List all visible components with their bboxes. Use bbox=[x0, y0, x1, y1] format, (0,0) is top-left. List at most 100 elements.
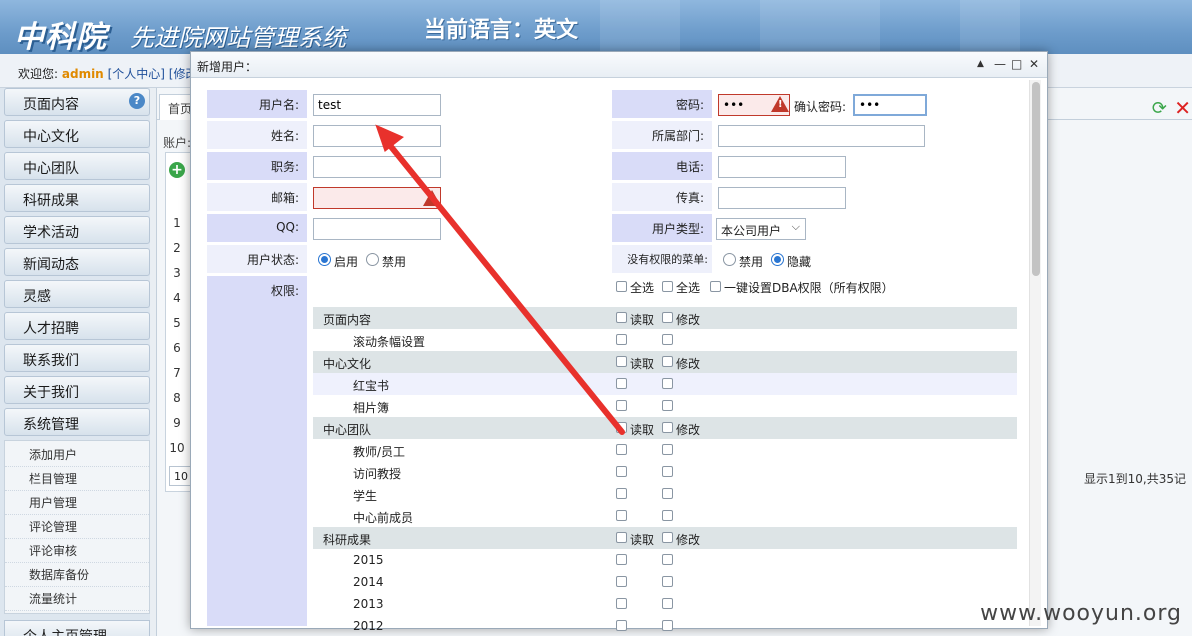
modify-checkbox[interactable] bbox=[662, 554, 673, 565]
sidebar-item-label: 学术活动 bbox=[23, 225, 79, 241]
submenu-add-user[interactable]: 添加用户 bbox=[5, 443, 149, 467]
read-checkbox[interactable] bbox=[616, 620, 627, 631]
name-label: 姓名: bbox=[207, 121, 307, 149]
read-checkbox[interactable] bbox=[616, 510, 627, 521]
email-label: 邮箱: bbox=[207, 183, 307, 211]
permission-name: 访问教授 bbox=[353, 467, 402, 481]
modify-checkbox[interactable] bbox=[662, 510, 673, 521]
sidebar-item-label: 新闻动态 bbox=[23, 257, 79, 273]
qq-input[interactable] bbox=[313, 218, 441, 240]
read-label: 读取 bbox=[630, 313, 655, 327]
email-input[interactable] bbox=[313, 187, 441, 209]
submenu-column-manage[interactable]: 栏目管理 bbox=[5, 467, 149, 491]
menu-hide-radio[interactable] bbox=[771, 253, 784, 266]
modify-checkbox[interactable] bbox=[662, 400, 673, 411]
delete-icon[interactable]: ✕ bbox=[1174, 96, 1191, 120]
sidebar-item-news[interactable]: 新闻动态 bbox=[4, 248, 150, 276]
modify-checkbox[interactable] bbox=[662, 598, 673, 609]
sidebar-item-academic[interactable]: 学术活动 bbox=[4, 216, 150, 244]
read-checkbox[interactable] bbox=[616, 554, 627, 565]
permission-name: 滚动条幅设置 bbox=[353, 335, 426, 349]
modify-checkbox[interactable] bbox=[662, 620, 673, 631]
read-checkbox[interactable] bbox=[616, 312, 627, 323]
menu-label: 没有权限的菜单: bbox=[612, 245, 712, 273]
modify-checkbox[interactable] bbox=[662, 312, 673, 323]
submenu-comment-manage[interactable]: 评论管理 bbox=[5, 515, 149, 539]
modify-checkbox[interactable] bbox=[662, 356, 673, 367]
row-number: 3 bbox=[173, 266, 181, 280]
status-enable-radio[interactable] bbox=[318, 253, 331, 266]
maximize-icon[interactable]: □ bbox=[1011, 57, 1022, 71]
status-disable-radio[interactable] bbox=[366, 253, 379, 266]
read-checkbox[interactable] bbox=[616, 488, 627, 499]
phone-input[interactable] bbox=[718, 156, 846, 178]
dept-input[interactable] bbox=[718, 125, 925, 147]
submenu-user-manage[interactable]: 用户管理 bbox=[5, 491, 149, 515]
select-all-checkbox[interactable] bbox=[662, 281, 673, 292]
read-checkbox[interactable] bbox=[616, 422, 627, 433]
read-checkbox[interactable] bbox=[616, 576, 627, 587]
personal-center-link[interactable]: [个人中心] bbox=[108, 67, 165, 81]
sidebar-item-homepage-manage[interactable]: 个人主页管理 bbox=[4, 620, 150, 636]
permission-name: 2015 bbox=[353, 553, 384, 567]
sidebar-item-page-content[interactable]: 页面内容 ? bbox=[4, 88, 150, 116]
read-checkbox[interactable] bbox=[616, 400, 627, 411]
minimize-icon[interactable]: — bbox=[994, 57, 1006, 71]
help-icon[interactable]: ? bbox=[129, 93, 145, 109]
add-icon[interactable]: + bbox=[169, 162, 185, 178]
confirm-password-input[interactable] bbox=[853, 94, 927, 116]
refresh-icon[interactable]: ⟳ bbox=[1152, 98, 1167, 119]
modify-checkbox[interactable] bbox=[662, 422, 673, 433]
sidebar-item-contact[interactable]: 联系我们 bbox=[4, 344, 150, 372]
permission-row: 中心前成员 bbox=[313, 505, 1017, 527]
sidebar-item-culture[interactable]: 中心文化 bbox=[4, 120, 150, 148]
logo: 中科院 bbox=[14, 20, 107, 54]
header-decoration bbox=[760, 0, 880, 54]
modify-checkbox[interactable] bbox=[662, 466, 673, 477]
sidebar-item-inspiration[interactable]: 灵感 bbox=[4, 280, 150, 308]
sidebar-item-about[interactable]: 关于我们 bbox=[4, 376, 150, 404]
submenu-db-backup[interactable]: 数据库备份 bbox=[5, 563, 149, 587]
current-language: 当前语言：英文 bbox=[424, 18, 579, 43]
permission-row: 红宝书 bbox=[313, 373, 1017, 395]
modify-checkbox[interactable] bbox=[662, 444, 673, 455]
position-input[interactable] bbox=[313, 156, 441, 178]
read-checkbox[interactable] bbox=[616, 532, 627, 543]
username-link[interactable]: admin bbox=[62, 67, 104, 81]
dba-checkbox[interactable] bbox=[710, 281, 721, 292]
scroll-thumb[interactable] bbox=[1032, 82, 1040, 276]
sidebar-item-system[interactable]: 系统管理 bbox=[4, 408, 150, 436]
modify-checkbox[interactable] bbox=[662, 334, 673, 345]
sidebar-item-label: 人才招聘 bbox=[23, 321, 79, 337]
header-decoration bbox=[600, 0, 680, 54]
read-checkbox[interactable] bbox=[616, 466, 627, 477]
sidebar-item-label: 联系我们 bbox=[23, 353, 79, 369]
read-checkbox[interactable] bbox=[616, 598, 627, 609]
status-label: 用户状态: bbox=[207, 245, 307, 273]
sidebar-item-team[interactable]: 中心团队 bbox=[4, 152, 150, 180]
select-all-checkbox[interactable] bbox=[616, 281, 627, 292]
dialog-scrollbar[interactable] bbox=[1029, 80, 1041, 626]
submenu-traffic-stats[interactable]: 流量统计 bbox=[5, 587, 149, 611]
read-checkbox[interactable] bbox=[616, 378, 627, 389]
username-input[interactable] bbox=[313, 94, 441, 116]
page-size-select[interactable]: 10 bbox=[169, 466, 191, 486]
menu-disable-radio[interactable] bbox=[723, 253, 736, 266]
name-input[interactable] bbox=[313, 125, 441, 147]
fax-input[interactable] bbox=[718, 187, 846, 209]
close-icon[interactable]: ✕ bbox=[1029, 57, 1039, 71]
read-checkbox[interactable] bbox=[616, 356, 627, 367]
system-title: 先进院网站管理系统 bbox=[130, 24, 346, 52]
modify-checkbox[interactable] bbox=[662, 532, 673, 543]
dept-label: 所属部门: bbox=[612, 121, 712, 149]
read-checkbox[interactable] bbox=[616, 334, 627, 345]
read-checkbox[interactable] bbox=[616, 444, 627, 455]
modify-checkbox[interactable] bbox=[662, 488, 673, 499]
sidebar-item-recruitment[interactable]: 人才招聘 bbox=[4, 312, 150, 340]
modify-checkbox[interactable] bbox=[662, 576, 673, 587]
modify-checkbox[interactable] bbox=[662, 378, 673, 389]
sidebar-item-research[interactable]: 科研成果 bbox=[4, 184, 150, 212]
submenu-comment-review[interactable]: 评论审核 bbox=[5, 539, 149, 563]
usertype-select[interactable]: 本公司用户 ⌵ bbox=[716, 218, 806, 240]
collapse-icon[interactable]: ▲ bbox=[977, 59, 984, 69]
